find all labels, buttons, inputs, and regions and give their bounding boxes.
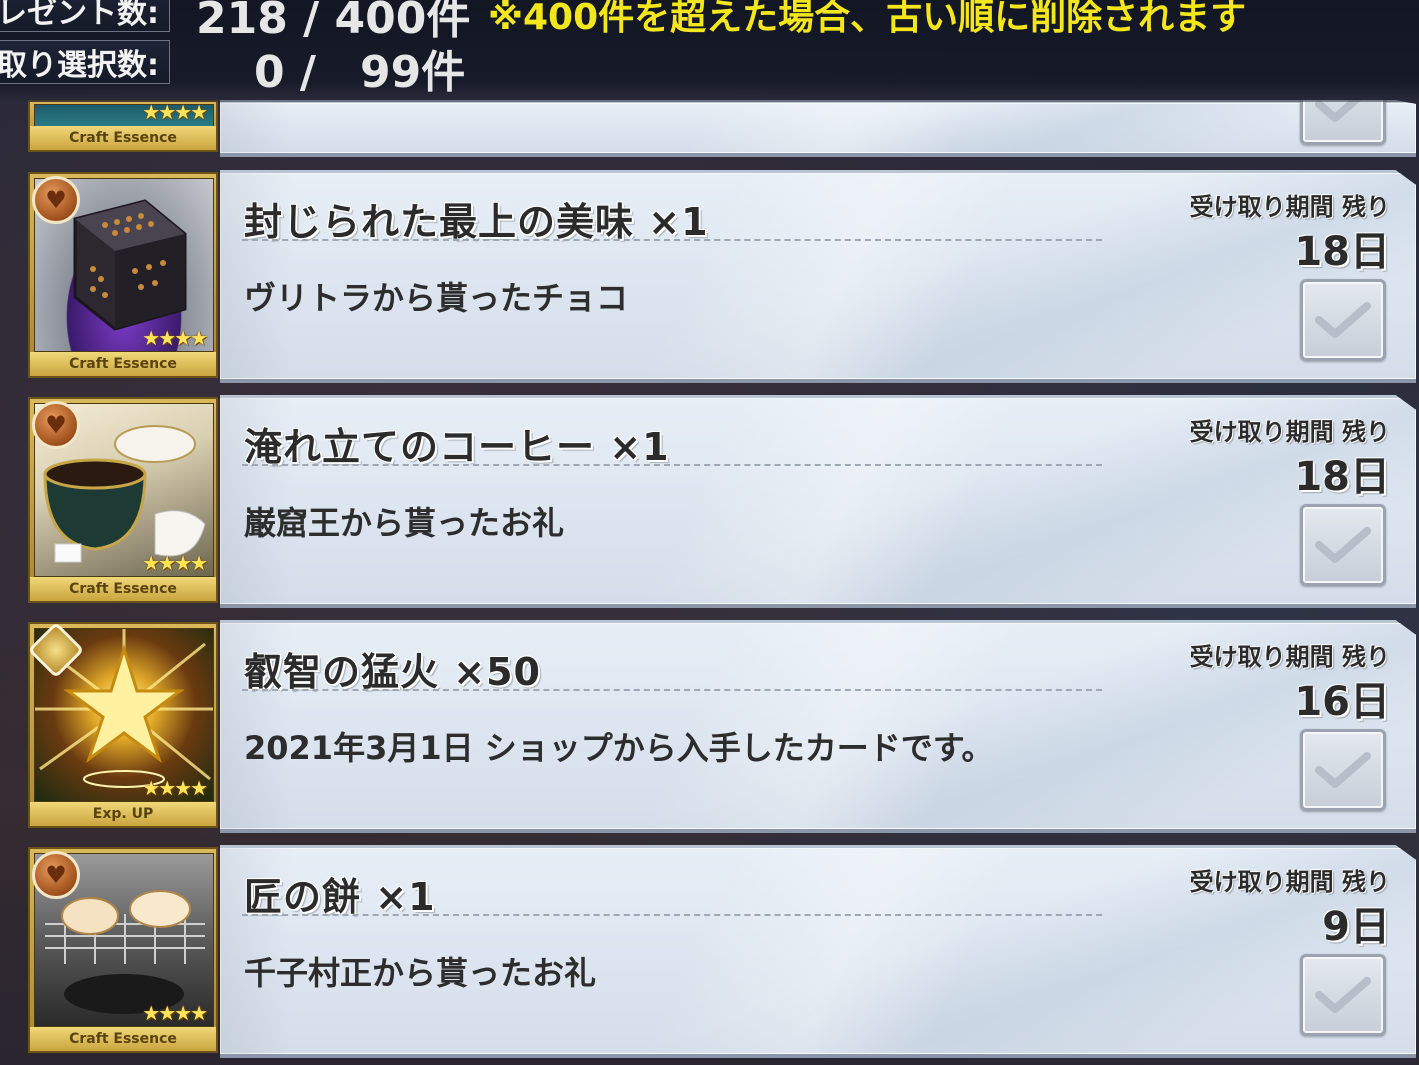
receive-checkbox[interactable] — [1300, 729, 1386, 811]
period-label: 受け取り期間 残り — [1189, 193, 1390, 221]
card-type-label: Exp. UP — [30, 802, 216, 826]
selected-count-value: 0 / 99件 — [254, 47, 466, 98]
item-panel: 封じられた最上の美味 ×1 ヴリトラから貰ったチョコ 受け取り期間 残り 18日 — [220, 170, 1416, 383]
card-type-label: Craft Essence — [30, 352, 216, 376]
item-panel: 淹れ立てのコーヒー ×1 巌窟王から貰ったお礼 受け取り期間 残り 18日 — [220, 395, 1416, 608]
period-label: 受け取り期間 残り — [1189, 418, 1390, 446]
rarity-stars: ★★★★ — [142, 100, 208, 124]
divider — [242, 464, 1102, 466]
receive-checkbox[interactable] — [1300, 954, 1386, 1036]
item-name: 匠の餅 ×1 — [244, 875, 436, 919]
item-panel: 匠の餅 ×1 千子村正から貰ったお礼 受け取り期間 残り 9日 — [220, 845, 1416, 1058]
rarity-stars: ★★★★ — [142, 551, 208, 575]
divider — [242, 689, 1102, 691]
item-name: 封じられた最上の美味 ×1 — [244, 200, 709, 244]
present-limit-warning: ※400件を超えた場合、古い順に削除されます — [488, 0, 1247, 38]
list-item[interactable]: 叡智の猛火 ×50 2021年3月1日 ショップから入手したカードです。 受け取… — [27, 620, 1418, 833]
present-count-label: レゼント数: — [0, 0, 170, 32]
period-label: 受け取り期間 残り — [1189, 868, 1390, 896]
item-name: 淹れ立てのコーヒー ×1 — [244, 425, 670, 469]
selected-count-label: け取り選択数: — [0, 40, 170, 84]
card-type-label: Craft Essence — [30, 577, 216, 601]
check-icon — [1315, 752, 1371, 788]
period-value: 9日 — [1322, 904, 1390, 950]
item-card: ★★★★ Craft Essence — [28, 100, 218, 152]
check-icon — [1315, 302, 1371, 338]
item-description: ヴリトラから貰ったチョコ — [244, 279, 629, 317]
rarity-stars: ★★★★ — [142, 776, 208, 800]
item-name: 叡智の猛火 ×50 — [244, 650, 541, 694]
item-card: ♥ ★★★★ Craft Essence — [28, 397, 218, 603]
list-item[interactable]: 封じられた最上の美味 ×1 ヴリトラから貰ったチョコ 受け取り期間 残り 18日 — [28, 170, 1418, 383]
list-item[interactable]: 匠の餅 ×1 千子村正から貰ったお礼 受け取り期間 残り 9日 ♥ ★★★★ C… — [28, 845, 1418, 1058]
item-description: 巌窟王から貰ったお礼 — [244, 504, 565, 542]
item-card: ★★★★ Exp. UP — [27, 621, 218, 828]
list-item-partial[interactable]: ★★★★ Craft Essence — [28, 100, 1418, 157]
item-panel — [220, 100, 1416, 157]
period-value: 16日 — [1294, 679, 1390, 725]
card-type-label: Craft Essence — [30, 126, 216, 150]
receive-checkbox[interactable] — [1300, 279, 1386, 361]
item-panel: 叡智の猛火 ×50 2021年3月1日 ショップから入手したカードです。 受け取… — [220, 620, 1416, 833]
present-box-header: レゼント数: 218 / 400件 ※400件を超えた場合、古い順に削除されます… — [0, 0, 1419, 102]
check-icon — [1315, 527, 1371, 563]
item-card: ♥ ★★★★ Craft Essence — [28, 847, 218, 1053]
heart-icon: ♥ — [32, 851, 80, 899]
divider — [242, 239, 1102, 241]
period-value: 18日 — [1294, 454, 1390, 500]
item-description: 千子村正から貰ったお礼 — [244, 954, 597, 992]
item-card: ♥ ★★★★ Craft Essence — [28, 172, 218, 378]
present-list: ★★★★ Craft Essence 封じられた最上の美味 ×1 ヴリトラから貰… — [0, 0, 1419, 1065]
list-item[interactable]: 淹れ立てのコーヒー ×1 巌窟王から貰ったお礼 受け取り期間 残り 18日 ♥ … — [28, 395, 1418, 608]
card-type-label: Craft Essence — [30, 1027, 216, 1051]
divider — [242, 914, 1102, 916]
period-label: 受け取り期間 残り — [1189, 643, 1390, 671]
receive-checkbox[interactable] — [1300, 504, 1386, 586]
heart-icon: ♥ — [32, 176, 80, 224]
rarity-stars: ★★★★ — [142, 1001, 208, 1025]
heart-icon: ♥ — [32, 401, 80, 449]
period-value: 18日 — [1294, 229, 1390, 275]
item-description: 2021年3月1日 ショップから入手したカードです。 — [244, 729, 994, 767]
check-icon — [1315, 977, 1371, 1013]
rarity-stars: ★★★★ — [142, 326, 208, 350]
